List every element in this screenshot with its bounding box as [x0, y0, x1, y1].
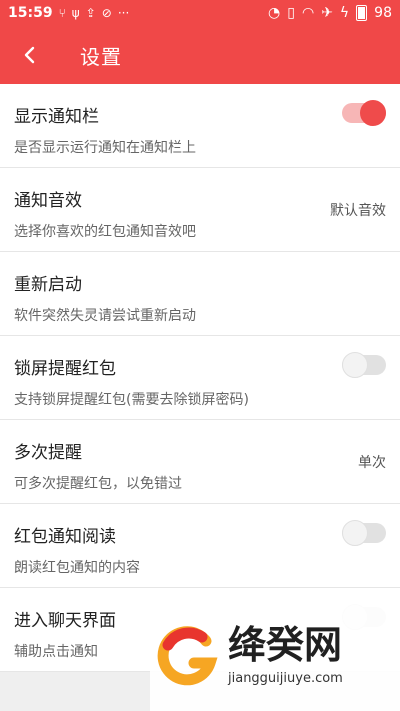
status-time: 15:59	[8, 5, 53, 21]
setting-title: 通知音效	[14, 191, 82, 211]
setting-row-show-notification[interactable]: 显示通知栏 是否显示运行通知在通知栏上	[0, 84, 400, 168]
lockscreen-alert-toggle[interactable]	[342, 352, 386, 378]
back-button[interactable]	[0, 26, 60, 84]
watermark-name: 绛癸网	[228, 623, 343, 668]
watermark-url: jiangguijiuye.com	[228, 670, 343, 686]
site-watermark: 绛癸网 jiangguijiuye.com	[150, 600, 400, 711]
setting-subtitle: 支持锁屏提醒红包(需要去除锁屏密码)	[14, 392, 249, 408]
notification-sound-value: 默认音效	[330, 202, 386, 219]
setting-title: 多次提醒	[14, 443, 82, 463]
setting-title: 重新启动	[14, 275, 82, 295]
airplane-icon: ✈	[321, 5, 333, 21]
battery-level: 98	[374, 5, 392, 21]
page-title: 设置	[80, 44, 122, 69]
setting-title: 进入聊天界面	[14, 611, 116, 631]
setting-subtitle: 朗读红包通知的内容	[14, 560, 140, 576]
setting-row-read-notification[interactable]: 红包通知阅读 朗读红包通知的内容	[0, 504, 400, 588]
more-icon: ···	[117, 6, 130, 20]
setting-subtitle: 选择你喜欢的红包通知音效吧	[14, 224, 196, 240]
setting-title: 显示通知栏	[14, 107, 99, 127]
share-icon: ⑂	[58, 6, 66, 20]
setting-row-notification-sound[interactable]: 通知音效 选择你喜欢的红包通知音效吧 默认音效	[0, 168, 400, 252]
status-bar: 15:59 ⑂ ψ ⇪ ⊘ ··· ◔ ▯ ◠ ✈ ϟ 98	[0, 0, 400, 26]
settings-list: 显示通知栏 是否显示运行通知在通知栏上 通知音效 选择你喜欢的红包通知音效吧 默…	[0, 84, 400, 672]
wifi-icon: ◠	[301, 5, 315, 21]
setting-title: 锁屏提醒红包	[14, 359, 116, 379]
usb-icon: ψ	[71, 6, 80, 20]
alarm-icon: ◔	[268, 5, 281, 21]
vibrate-icon: ▯	[287, 5, 295, 21]
setting-row-lockscreen-alert[interactable]: 锁屏提醒红包 支持锁屏提醒红包(需要去除锁屏密码)	[0, 336, 400, 420]
back-arrow-icon	[24, 46, 35, 64]
upload-icon: ⇪	[85, 6, 96, 20]
setting-row-multiple-reminders[interactable]: 多次提醒 可多次提醒红包，以免错过 单次	[0, 420, 400, 504]
watermark-texts: 绛癸网 jiangguijiuye.com	[228, 623, 343, 686]
setting-row-restart[interactable]: 重新启动 软件突然失灵请尝试重新启动	[0, 252, 400, 336]
status-notification-icons: ⑂ ψ ⇪ ⊘ ···	[59, 6, 130, 20]
toggle-knob	[342, 352, 368, 378]
read-notification-toggle[interactable]	[342, 520, 386, 546]
blocked-icon: ⊘	[101, 6, 112, 20]
setting-title: 红包通知阅读	[14, 527, 116, 547]
app-bar: 设置	[0, 26, 400, 84]
setting-subtitle: 辅助点击通知	[14, 644, 98, 660]
show-notification-toggle[interactable]	[342, 100, 386, 126]
setting-subtitle: 可多次提醒红包，以免错过	[14, 476, 182, 492]
battery-icon	[356, 5, 368, 21]
status-system-icons: ◔ ▯ ◠ ✈ ϟ 98	[268, 5, 392, 21]
setting-subtitle: 是否显示运行通知在通知栏上	[14, 140, 196, 156]
setting-subtitle: 软件突然失灵请尝试重新启动	[14, 308, 196, 324]
watermark-logo	[157, 625, 218, 685]
toggle-knob	[342, 520, 368, 546]
toggle-knob	[360, 100, 386, 126]
charging-icon: ϟ	[339, 5, 350, 21]
multiple-reminders-value: 单次	[358, 454, 386, 471]
